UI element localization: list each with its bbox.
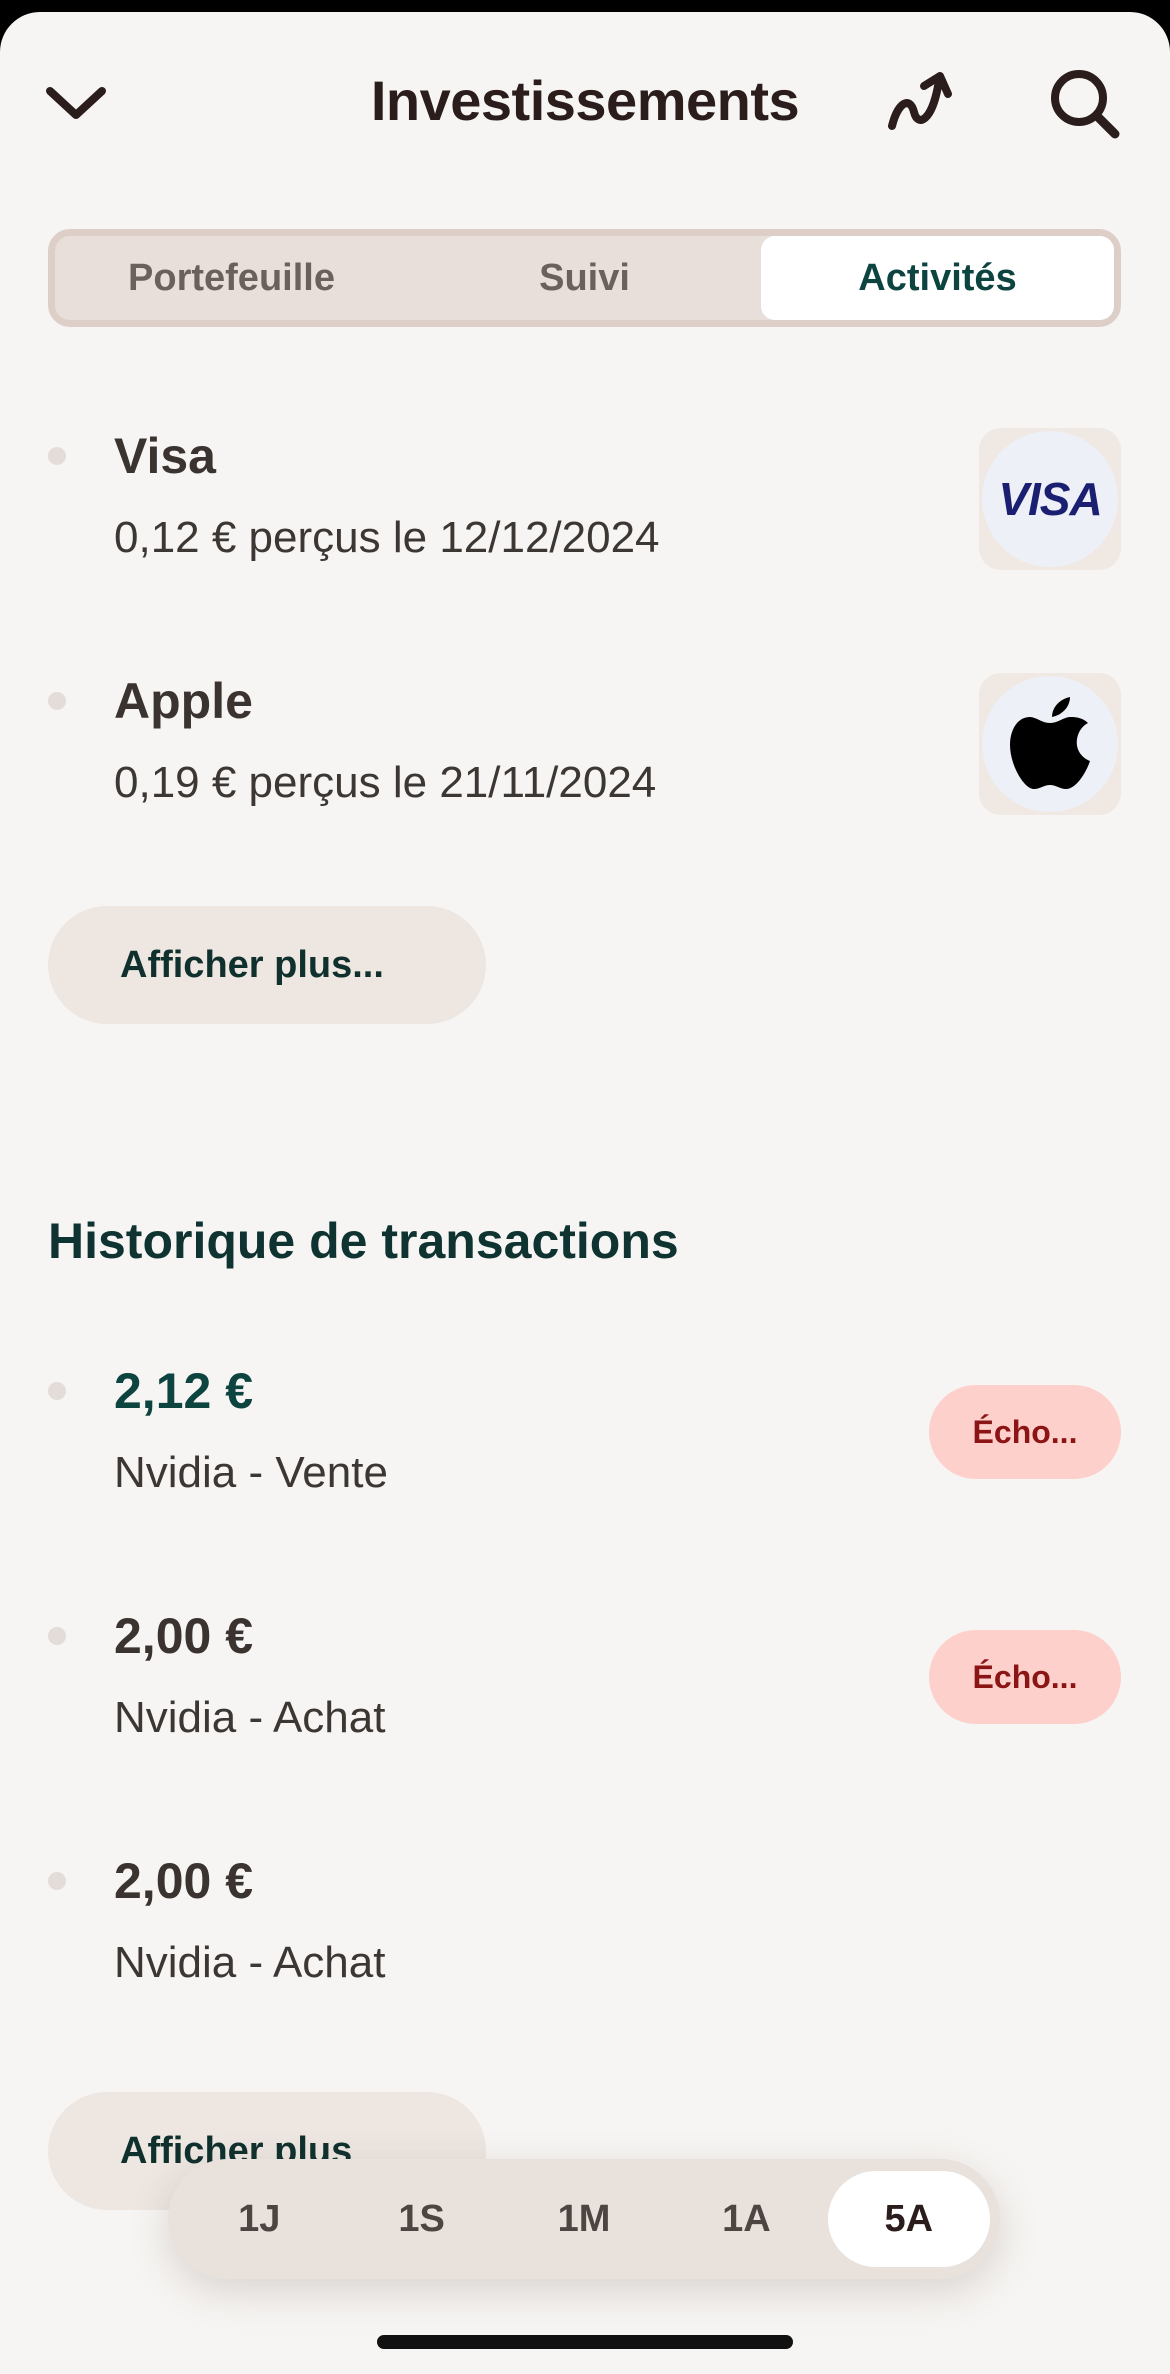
period-selector: 1J 1S 1M 1A 5A <box>168 2159 1000 2279</box>
transaction-subtitle: Nvidia - Achat <box>114 1693 386 1742</box>
apple-logo <box>979 673 1121 815</box>
visa-logo-text: VISA <box>998 473 1102 525</box>
header: Investissements <box>0 12 1170 202</box>
period-1s[interactable]: 1S <box>340 2171 502 2267</box>
table-row[interactable]: 2,12 € Nvidia - Vente Écho... <box>0 1352 1170 1532</box>
period-1a[interactable]: 1A <box>665 2171 827 2267</box>
show-more-dividends-button[interactable]: Afficher plus... <box>48 906 486 1024</box>
status-badge: Écho... <box>929 1385 1121 1479</box>
table-row[interactable]: 2,00 € Nvidia - Achat <box>0 1842 1170 2022</box>
period-5a[interactable]: 5A <box>827 2171 991 2267</box>
segmented-tabs: Portefeuille Suivi Activités <box>48 229 1121 327</box>
bullet-dot <box>48 447 66 465</box>
bullet-dot <box>48 1627 66 1645</box>
page-title: Investissements <box>370 69 800 132</box>
transaction-amount: 2,00 € <box>114 1608 254 1664</box>
search-icon[interactable] <box>1045 64 1125 144</box>
section-title: Historique de transactions <box>48 1213 679 1269</box>
item-subtitle: 0,19 € perçus le 21/11/2024 <box>114 758 657 807</box>
transaction-amount: 2,12 € <box>114 1363 254 1419</box>
period-1m[interactable]: 1M <box>503 2171 665 2267</box>
list-item[interactable]: Apple 0,19 € perçus le 21/11/2024 <box>0 662 1170 842</box>
bullet-dot <box>48 1872 66 1890</box>
transaction-subtitle: Nvidia - Achat <box>114 1938 386 1987</box>
status-badge: Écho... <box>929 1630 1121 1724</box>
bullet-dot <box>48 692 66 710</box>
tab-portefeuille[interactable]: Portefeuille <box>55 236 408 320</box>
investments-sheet: Investissements Portefeuille Suivi Activ… <box>0 12 1170 2374</box>
period-1j[interactable]: 1J <box>178 2171 340 2267</box>
apple-icon <box>1010 697 1090 789</box>
item-title: Apple <box>114 673 253 729</box>
item-subtitle: 0,12 € perçus le 12/12/2024 <box>114 513 660 562</box>
trend-arrow-icon[interactable] <box>880 62 960 142</box>
item-title: Visa <box>114 428 216 484</box>
home-indicator <box>377 2335 793 2349</box>
transaction-subtitle: Nvidia - Vente <box>114 1448 388 1497</box>
list-item[interactable]: Visa 0,12 € perçus le 12/12/2024 VISA <box>0 417 1170 597</box>
table-row[interactable]: 2,00 € Nvidia - Achat Écho... <box>0 1597 1170 1777</box>
bullet-dot <box>48 1382 66 1400</box>
transaction-amount: 2,00 € <box>114 1853 254 1909</box>
visa-logo: VISA <box>979 428 1121 570</box>
tab-suivi[interactable]: Suivi <box>408 236 761 320</box>
tab-activites[interactable]: Activités <box>761 236 1114 320</box>
